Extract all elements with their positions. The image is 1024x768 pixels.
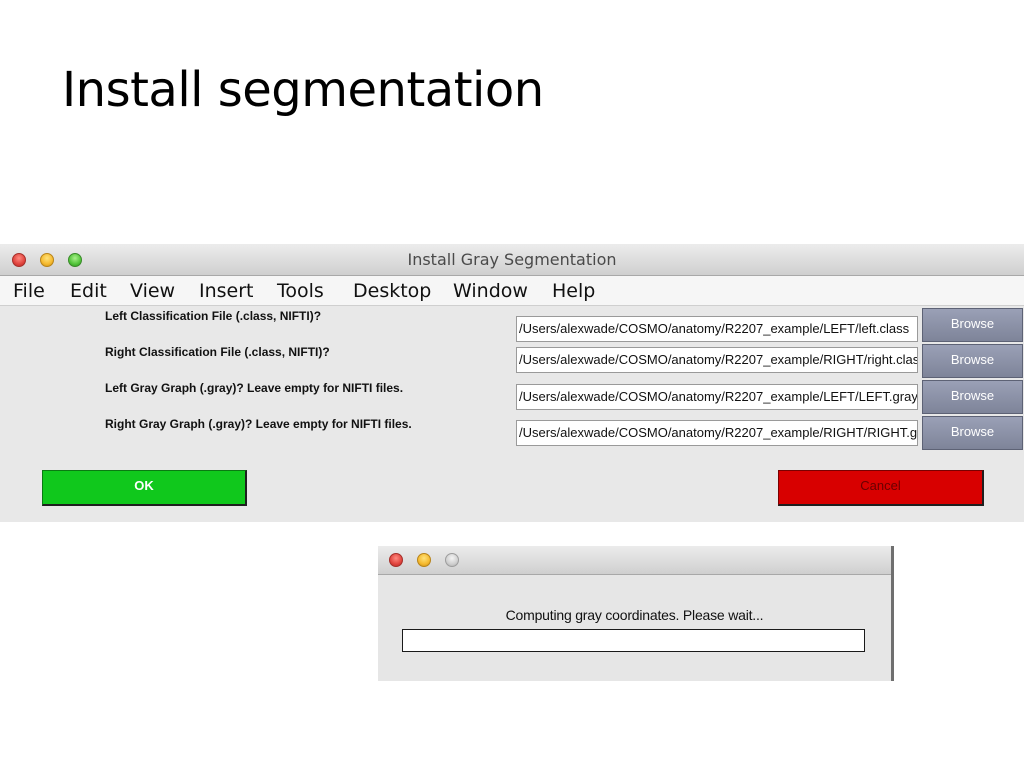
right-classification-input[interactable]: /Users/alexwade/COSMO/anatomy/R2207_exam… [516,347,918,373]
progress-minimize-button[interactable] [417,553,431,567]
window-titlebar: Install Gray Segmentation [0,244,1024,276]
right-classification-browse-button[interactable]: Browse [922,344,1023,378]
right-gray-graph-input[interactable]: /Users/alexwade/COSMO/anatomy/R2207_exam… [516,420,918,446]
progress-close-button[interactable] [389,553,403,567]
menu-view[interactable]: View [130,280,175,302]
left-gray-graph-input[interactable]: /Users/alexwade/COSMO/anatomy/R2207_exam… [516,384,918,410]
menu-bar: File Edit View Insert Tools Desktop Wind… [0,276,1024,306]
install-gray-segmentation-window: Install Gray Segmentation File Edit View… [0,244,1024,522]
menu-file[interactable]: File [13,280,45,302]
right-classification-label: Right Classification File (.class, NIFTI… [105,345,330,359]
left-classification-label: Left Classification File (.class, NIFTI)… [105,309,322,323]
progress-window: Computing gray coordinates. Please wait.… [378,546,894,681]
left-classification-browse-button[interactable]: Browse [922,308,1023,342]
window-title: Install Gray Segmentation [407,250,617,269]
progress-message: Computing gray coordinates. Please wait.… [505,607,764,623]
progress-zoom-button [445,553,459,567]
menu-window[interactable]: Window [453,280,528,302]
menu-tools[interactable]: Tools [277,280,324,302]
menu-edit[interactable]: Edit [70,280,107,302]
left-classification-input[interactable]: /Users/alexwade/COSMO/anatomy/R2207_exam… [516,316,918,342]
ok-button[interactable]: OK [42,470,247,506]
menu-insert[interactable]: Insert [199,280,254,302]
menu-help[interactable]: Help [552,280,595,302]
menu-desktop[interactable]: Desktop [353,280,431,302]
progress-bar [402,629,865,652]
left-gray-graph-browse-button[interactable]: Browse [922,380,1023,414]
right-gray-graph-browse-button[interactable]: Browse [922,416,1023,450]
progress-window-titlebar [378,546,891,575]
cancel-button[interactable]: Cancel [778,470,984,506]
left-gray-graph-label: Left Gray Graph (.gray)? Leave empty for… [105,381,404,395]
right-gray-graph-label: Right Gray Graph (.gray)? Leave empty fo… [105,417,412,431]
slide-title: Install segmentation [62,62,544,118]
